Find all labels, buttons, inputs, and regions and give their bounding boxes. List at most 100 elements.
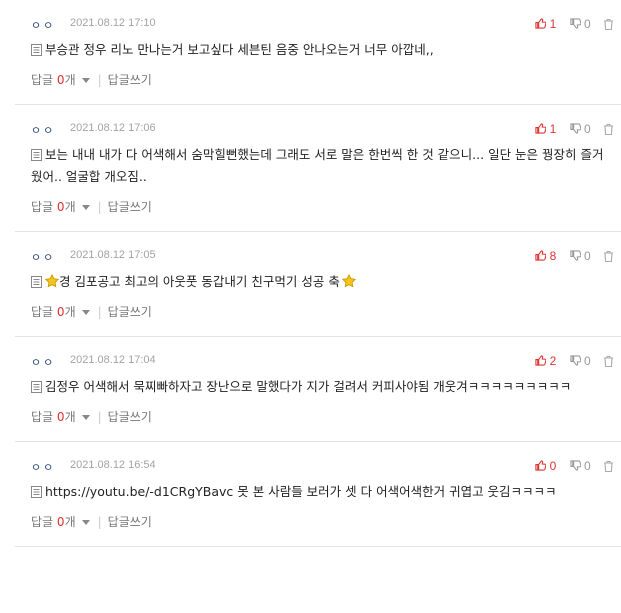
comment-author[interactable]: ㅇㅇ — [31, 459, 55, 475]
reply-count: 0 — [56, 73, 65, 87]
comment-actions: 답글 0개 | 답글쓰기 — [15, 398, 621, 441]
thumbs-up-icon — [535, 460, 547, 472]
thumbs-up-icon — [535, 18, 547, 30]
comment-body: 경 김포공고 최고의 아웃풋 동갑내기 친구먹기 성공 축 — [15, 265, 621, 293]
trash-icon — [604, 18, 613, 30]
comment-actions: 답글 0개 | 답글쓰기 — [15, 503, 621, 546]
comment-author[interactable]: ㅇㅇ — [31, 122, 55, 138]
reply-suffix: 개 — [64, 200, 76, 214]
reply-count: 0 — [56, 410, 65, 424]
comment-item: ㅇㅇ 2021.08.12 16:54 0 0 https://youtu.be… — [15, 442, 621, 547]
dislike-count: 0 — [583, 17, 591, 32]
like-button[interactable]: 0 — [535, 458, 556, 473]
star-icon — [44, 273, 60, 288]
thumbs-up-icon — [535, 355, 547, 367]
reply-label: 답글 — [31, 515, 54, 529]
dislike-count: 0 — [583, 249, 591, 264]
delete-button[interactable] — [604, 459, 613, 473]
comment-actions: 답글 0개 | 답글쓰기 — [15, 293, 621, 336]
trash-icon — [604, 355, 613, 367]
comment-item: ㅇㅇ 2021.08.12 17:05 8 0 경 김포공고 최고의 아웃풋 동… — [15, 232, 621, 337]
dislike-button[interactable]: 0 — [569, 16, 591, 32]
write-reply-link[interactable]: 답글쓰기 — [108, 410, 152, 424]
comment-body: 보는 내내 내가 다 어색해서 숨막힐뻔했는데 그래도 서로 말은 한번씩 한 … — [15, 138, 621, 188]
comment-actions: 답글 0개 | 답글쓰기 — [15, 61, 621, 104]
reply-toggle[interactable]: 답글 0개 — [31, 305, 90, 319]
comment-item: ㅇㅇ 2021.08.12 17:04 2 0 김정우 어색해서 묵찌빠하자고 … — [15, 337, 621, 442]
document-icon — [31, 44, 42, 56]
like-button[interactable]: 1 — [535, 16, 556, 31]
like-button[interactable]: 8 — [535, 248, 556, 263]
thumbs-down-icon — [569, 18, 582, 30]
like-count: 0 — [549, 459, 557, 474]
comment-text: 경 김포공고 최고의 아웃풋 동갑내기 친구먹기 성공 축 — [59, 274, 340, 289]
reply-suffix: 개 — [64, 73, 76, 87]
comment-author[interactable]: ㅇㅇ — [31, 354, 55, 370]
reply-count: 0 — [56, 200, 65, 214]
reply-suffix: 개 — [64, 305, 76, 319]
dislike-button[interactable]: 0 — [569, 458, 591, 474]
write-reply-link[interactable]: 답글쓰기 — [108, 515, 152, 529]
reply-toggle[interactable]: 답글 0개 — [31, 200, 90, 214]
like-count: 1 — [549, 122, 557, 137]
comment-list: ㅇㅇ 2021.08.12 17:10 1 0 부승관 정우 리노 만나는거 보… — [0, 0, 621, 547]
divider: | — [97, 305, 102, 319]
trash-icon — [604, 250, 613, 262]
dislike-button[interactable]: 0 — [569, 248, 591, 264]
dislike-count: 0 — [583, 122, 591, 137]
dislike-button[interactable]: 0 — [569, 353, 591, 369]
vote-group: 1 0 — [535, 121, 613, 136]
comment-date: 2021.08.12 16:54 — [70, 459, 156, 471]
trash-icon — [604, 123, 613, 135]
like-count: 2 — [549, 354, 557, 369]
comment-item: ㅇㅇ 2021.08.12 17:06 1 0 보는 내내 내가 다 어색해서 … — [15, 105, 621, 232]
trash-icon — [604, 460, 613, 472]
reply-count: 0 — [56, 305, 65, 319]
comment-text: 보는 내내 내가 다 어색해서 숨막힐뻔했는데 그래도 서로 말은 한번씩 한 … — [31, 147, 604, 184]
thumbs-down-icon — [569, 355, 582, 367]
comment-text: 부승관 정우 리노 만나는거 보고싶다 세븐틴 음중 안나오는거 너무 아깝네,… — [45, 42, 434, 57]
divider: | — [97, 410, 102, 424]
reply-suffix: 개 — [64, 515, 76, 529]
write-reply-link[interactable]: 답글쓰기 — [108, 200, 152, 214]
comment-date: 2021.08.12 17:05 — [70, 249, 156, 261]
comment-text: 김정우 어색해서 묵찌빠하자고 장난으로 말했다가 지가 걸려서 커피사야됨 개… — [45, 379, 572, 394]
comment-actions: 답글 0개 | 답글쓰기 — [15, 188, 621, 231]
caret-down-icon — [81, 78, 90, 83]
document-icon — [31, 149, 42, 161]
delete-button[interactable] — [604, 354, 613, 368]
write-reply-link[interactable]: 답글쓰기 — [108, 73, 152, 87]
reply-label: 답글 — [31, 305, 54, 319]
reply-toggle[interactable]: 답글 0개 — [31, 515, 90, 529]
vote-group: 2 0 — [535, 353, 613, 368]
comment-body: 부승관 정우 리노 만나는거 보고싶다 세븐틴 음중 안나오는거 너무 아깝네,… — [15, 33, 621, 61]
like-button[interactable]: 1 — [535, 121, 556, 136]
comment-date: 2021.08.12 17:06 — [70, 122, 156, 134]
comment-item: ㅇㅇ 2021.08.12 17:10 1 0 부승관 정우 리노 만나는거 보… — [15, 0, 621, 105]
reply-toggle[interactable]: 답글 0개 — [31, 73, 90, 87]
vote-group: 0 0 — [535, 458, 613, 473]
thumbs-up-icon — [535, 123, 547, 135]
comment-meta: ㅇㅇ 2021.08.12 17:06 1 0 — [15, 105, 621, 138]
caret-down-icon — [81, 310, 90, 315]
document-icon — [31, 381, 42, 393]
dislike-count: 0 — [583, 459, 591, 474]
reply-toggle[interactable]: 답글 0개 — [31, 410, 90, 424]
delete-button[interactable] — [604, 249, 613, 263]
write-reply-link[interactable]: 답글쓰기 — [108, 305, 152, 319]
reply-label: 답글 — [31, 410, 54, 424]
dislike-count: 0 — [583, 354, 591, 369]
delete-button[interactable] — [604, 17, 613, 31]
caret-down-icon — [81, 205, 90, 210]
divider: | — [97, 200, 102, 214]
comment-meta: ㅇㅇ 2021.08.12 17:10 1 0 — [15, 0, 621, 33]
delete-button[interactable] — [604, 122, 613, 136]
like-button[interactable]: 2 — [535, 353, 556, 368]
comment-author[interactable]: ㅇㅇ — [31, 17, 55, 33]
caret-down-icon — [81, 415, 90, 420]
comment-author[interactable]: ㅇㅇ — [31, 249, 55, 265]
document-icon — [31, 486, 42, 498]
caret-down-icon — [81, 520, 90, 525]
dislike-button[interactable]: 0 — [569, 121, 591, 137]
reply-label: 답글 — [31, 200, 54, 214]
